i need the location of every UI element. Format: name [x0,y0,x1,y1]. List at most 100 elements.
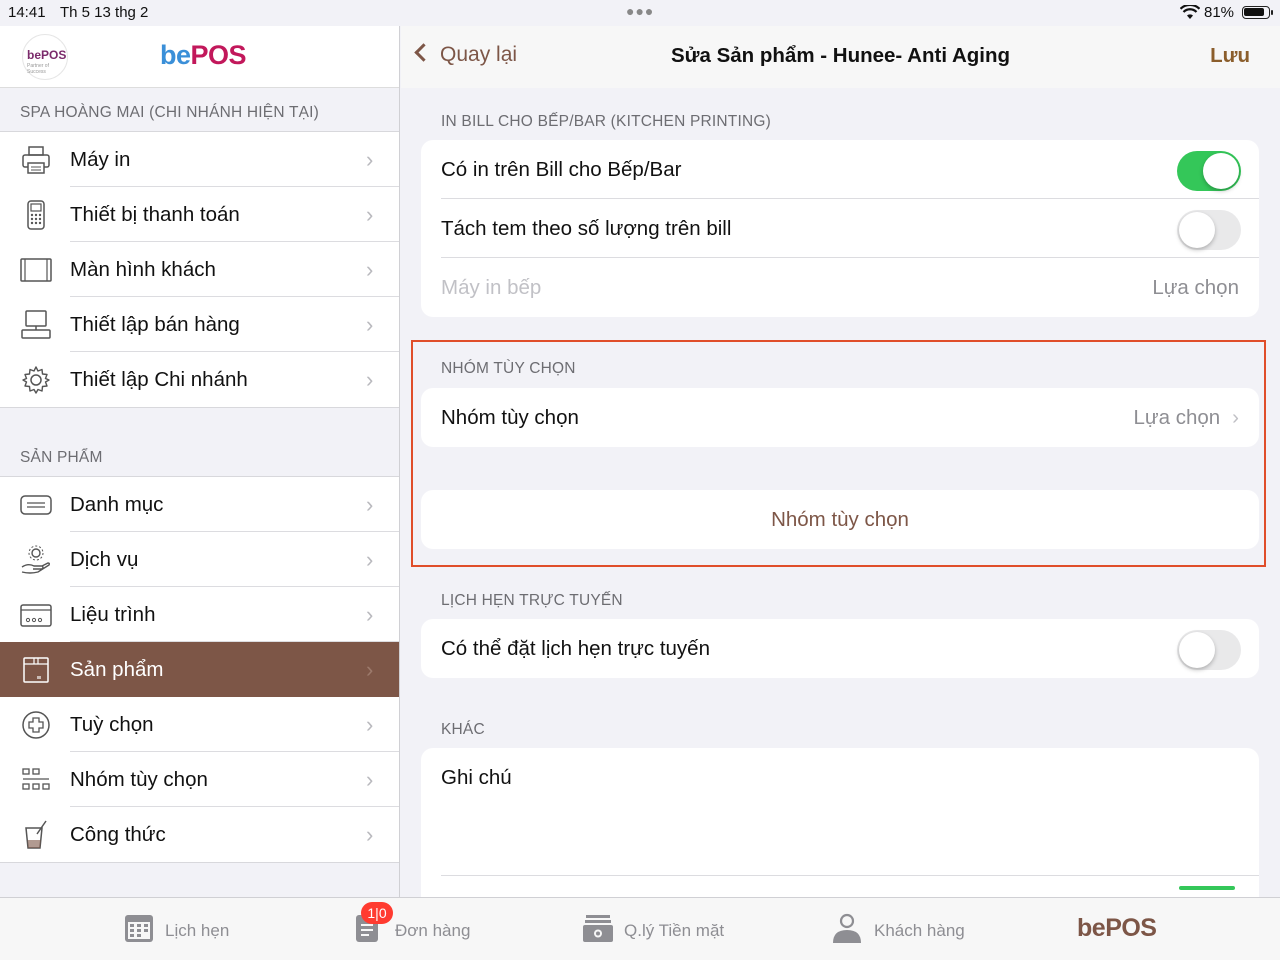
sidebar-item-label: Máy in [70,148,131,171]
toggle-knob [1203,153,1239,189]
multitasking-dots-icon[interactable]: ●●● [626,3,654,19]
divider [441,875,1259,876]
sidebar-item-label: Thiết bị thanh toán [70,203,240,226]
status-bar: 14:41 Th 5 13 thg 2 ●●● 81% [0,0,1280,26]
bepos-tab-logo[interactable]: bePOS [1077,914,1157,943]
sidebar-item-label: Tuỳ chọn [70,713,154,736]
page-title: Sửa Sản phẩm - Hunee- Anti Aging [670,44,1011,67]
chevron-right-icon: › [366,147,374,172]
option-group-value: Lựa chọn › [1133,406,1239,429]
status-time: 14:41 [8,4,46,21]
tab-cash-management[interactable]: Q.lý Tiền mặt [582,912,732,948]
tab-customers[interactable]: Khách hàng [831,912,971,948]
tab-label: Q.lý Tiền mặt [624,921,725,940]
toggle-knob [1179,212,1215,248]
online-booking-row: Có thể đặt lịch hẹn trực tuyến [421,619,1259,678]
save-button[interactable]: Lưu [1210,44,1250,68]
status-date: Th 5 13 thg 2 [60,4,149,21]
battery-icon [1242,6,1273,19]
person-icon [833,913,861,943]
chevron-right-icon: › [1232,406,1239,429]
settings-sidebar: bePOS Partner of Success bePOS SPA HOÀNG… [0,26,400,897]
chevron-right-icon: › [366,657,374,682]
toggle-knob [1179,632,1215,668]
other-card: Ghi chú [421,748,1259,897]
product-edit-panel: Quay lại Sửa Sản phẩm - Hunee- Anti Agin… [401,26,1280,897]
note-field[interactable]: Ghi chú [441,766,512,790]
sidebar-item-option-group[interactable]: Nhóm tùy chọn › [0,752,399,807]
sidebar-item-label: Thiết lập Chi nhánh [70,368,248,391]
sidebar-item-label: Thiết lập bán hàng [70,313,240,336]
tab-label: Đơn hàng [395,921,471,940]
chevron-right-icon: › [366,822,374,847]
sidebar-item-label: Công thức [70,823,166,846]
sidebar-item-branch-setup[interactable]: Thiết lập Chi nhánh › [0,352,399,407]
sidebar-item-label: Sản phẩm [70,658,164,681]
payment-terminal-icon [27,200,45,230]
category-icon [20,495,52,515]
tab-appointments[interactable]: Lịch hẹn [123,912,243,948]
product-box-icon [23,657,49,683]
kitchen-printer-row[interactable]: Máy in bếp Lựa chọn [421,258,1259,317]
sidebar-item-category[interactable]: Danh mục › [0,477,399,532]
calendar-icon [125,915,153,942]
sidebar-item-option[interactable]: Tuỳ chọn › [0,697,399,752]
chevron-right-icon: › [366,367,374,392]
option-group-icon [22,768,50,790]
option-group-label: Nhóm tùy chọn [441,406,579,429]
printer-icon [22,146,50,174]
sidebar-item-customer-display[interactable]: Màn hình khách › [0,242,399,297]
sidebar-item-label: Nhóm tùy chọn [70,768,208,791]
tab-label: Khách hàng [874,921,965,940]
sidebar-item-service[interactable]: Dịch vụ › [0,532,399,587]
chevron-right-icon: › [366,547,374,572]
cash-register-icon [583,915,613,942]
chevron-right-icon: › [366,257,374,282]
bepos-logo-icon: bePOS Partner of Success [22,34,68,80]
kitchen-printing-card: Có in trên Bill cho Bếp/Bar Tách tem the… [421,140,1259,317]
split-label: Tách tem theo số lượng trên bill [441,217,732,240]
tab-label: Lịch hẹn [165,921,230,940]
plus-circle-icon [22,711,50,739]
chevron-right-icon: › [366,767,374,792]
chevron-right-icon: › [366,602,374,627]
customer-display-icon [20,258,52,282]
sidebar-item-payment-device[interactable]: Thiết bị thanh toán › [0,187,399,242]
sidebar-item-printer[interactable]: Máy in › [0,132,399,187]
online-booking-header: LỊCH HẸN TRỰC TUYẾN [441,592,623,609]
sidebar-item-recipe[interactable]: Công thức › [0,807,399,862]
branch-settings-list: Máy in › Thiết bị thanh toán › Màn hình … [0,131,399,408]
branch-section-header: SPA HOÀNG MAI (CHI NHÁNH HIỆN TẠI) [20,104,320,121]
wifi-icon [1180,5,1200,19]
split-label-toggle[interactable] [1177,210,1241,250]
service-icon [21,545,51,574]
chevron-right-icon: › [366,202,374,227]
sidebar-item-product[interactable]: Sản phẩm › [0,642,399,697]
treatment-card-icon [20,604,52,627]
option-group-button[interactable]: Nhóm tùy chọn [421,490,1259,549]
print-on-bill-toggle[interactable] [1177,151,1241,191]
kitchen-printer-label: Máy in bếp [441,276,542,299]
sidebar-item-sales-setup[interactable]: Thiết lập bán hàng › [0,297,399,352]
online-booking-card: Có thể đặt lịch hẹn trực tuyến [421,619,1259,678]
print-on-bill-label: Có in trên Bill cho Bếp/Bar [441,158,682,181]
sidebar-item-treatment[interactable]: Liệu trình › [0,587,399,642]
online-booking-toggle[interactable] [1177,630,1241,670]
option-group-card: Nhóm tùy chọn Lựa chọn › [421,388,1259,447]
navigation-bar: Quay lại Sửa Sản phẩm - Hunee- Anti Agin… [401,26,1280,88]
sidebar-item-label: Dịch vụ [70,548,139,571]
option-group-row[interactable]: Nhóm tùy chọn Lựa chọn › [421,388,1259,447]
option-group-header: NHÓM TÙY CHỌN [441,360,576,377]
kitchen-printer-value: Lựa chọn [1152,276,1239,299]
gear-icon [22,366,50,394]
partial-toggle[interactable] [1179,886,1235,890]
sidebar-item-label: Danh mục [70,493,164,516]
sidebar-item-label: Màn hình khách [70,258,216,281]
sidebar-item-label: Liệu trình [70,603,156,626]
brand-header: bePOS Partner of Success bePOS [0,26,399,88]
chevron-right-icon: › [366,712,374,737]
print-on-bill-row: Có in trên Bill cho Bếp/Bar [421,140,1259,199]
battery-percent: 81% [1204,4,1235,21]
pos-terminal-icon [21,310,51,339]
other-header: KHÁC [441,721,485,738]
